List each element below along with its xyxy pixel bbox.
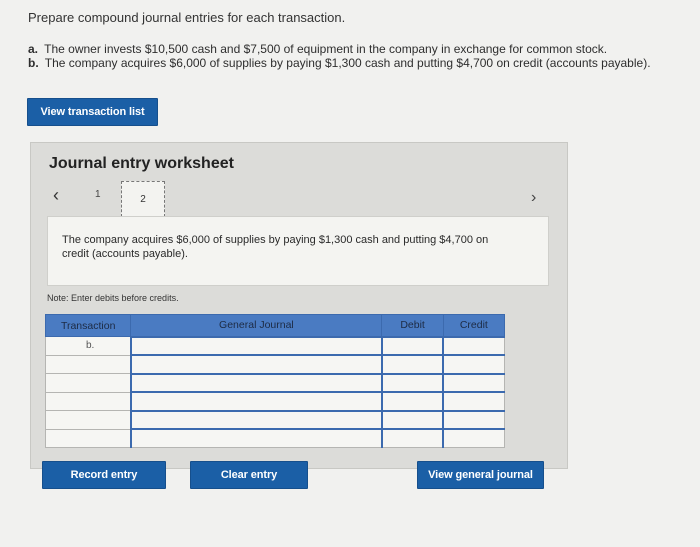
view-transaction-list-button[interactable]: View transaction list xyxy=(27,98,158,126)
credit-input[interactable] xyxy=(442,409,506,430)
transaction-cell xyxy=(44,354,132,374)
tab-1[interactable]: 1 xyxy=(95,189,101,200)
table-row xyxy=(44,409,506,430)
journal-entry-worksheet: Journal entry worksheet ‹ 1 2 › The comp… xyxy=(30,142,568,469)
debit-input[interactable] xyxy=(380,372,444,393)
view-general-journal-button[interactable]: View general journal xyxy=(417,461,544,489)
credit-input[interactable] xyxy=(442,372,506,393)
table-row xyxy=(44,372,506,393)
chevron-left-icon[interactable]: ‹ xyxy=(53,185,59,206)
account-input[interactable] xyxy=(129,335,383,356)
worksheet-nav: ‹ 1 2 › xyxy=(31,181,567,221)
transaction-item-a: a. The owner invests $10,500 cash and $7… xyxy=(28,42,688,56)
debit-input[interactable] xyxy=(380,354,444,374)
record-entry-button[interactable]: Record entry xyxy=(42,461,166,489)
tab-2[interactable]: 2 xyxy=(121,181,165,217)
table-row: b. xyxy=(44,335,506,356)
transaction-text: The company acquires $6,000 of supplies … xyxy=(44,56,651,70)
note-text: Note: Enter debits before credits. xyxy=(47,293,179,303)
account-input[interactable] xyxy=(129,428,383,448)
debit-input[interactable] xyxy=(380,428,444,448)
header-debit: Debit xyxy=(381,314,444,337)
transaction-letter: a. xyxy=(28,42,39,56)
transaction-list: a. The owner invests $10,500 cash and $7… xyxy=(28,42,688,70)
account-input[interactable] xyxy=(129,354,383,374)
header-general-journal: General Journal xyxy=(130,314,383,337)
transaction-text: The owner invests $10,500 cash and $7,50… xyxy=(44,42,608,56)
instructions: Prepare compound journal entries for eac… xyxy=(28,10,688,70)
debit-input[interactable] xyxy=(380,335,444,356)
credit-input[interactable] xyxy=(442,335,506,356)
instructions-title: Prepare compound journal entries for eac… xyxy=(28,10,346,25)
credit-input[interactable] xyxy=(442,428,506,448)
transaction-cell xyxy=(44,373,132,393)
transaction-description: The company acquires $6,000 of supplies … xyxy=(62,234,489,260)
transaction-cell: b. xyxy=(44,336,132,356)
account-input[interactable] xyxy=(129,372,383,393)
table-row xyxy=(44,391,506,411)
credit-input[interactable] xyxy=(442,354,506,374)
table-row xyxy=(44,354,506,374)
account-input[interactable] xyxy=(129,409,383,430)
table-header-row: Transaction General Journal Debit Credit xyxy=(44,314,506,337)
clear-entry-button[interactable]: Clear entry xyxy=(190,461,308,489)
account-input[interactable] xyxy=(129,391,383,411)
journal-table: Transaction General Journal Debit Credit… xyxy=(44,314,506,448)
transaction-item-b: b. The company acquires $6,000 of suppli… xyxy=(28,56,688,70)
transaction-cell xyxy=(44,391,132,411)
debit-input[interactable] xyxy=(380,391,444,411)
chevron-right-icon[interactable]: › xyxy=(531,189,536,207)
transaction-letter: b. xyxy=(28,56,39,70)
table-row xyxy=(44,428,506,448)
transaction-cell xyxy=(44,410,132,430)
debit-input[interactable] xyxy=(380,409,444,430)
worksheet-title: Journal entry worksheet xyxy=(49,155,234,172)
header-credit: Credit xyxy=(442,314,506,337)
transaction-description-box: The company acquires $6,000 of supplies … xyxy=(47,216,549,286)
credit-input[interactable] xyxy=(442,391,506,411)
transaction-cell xyxy=(44,428,132,448)
header-transaction: Transaction xyxy=(44,314,132,337)
